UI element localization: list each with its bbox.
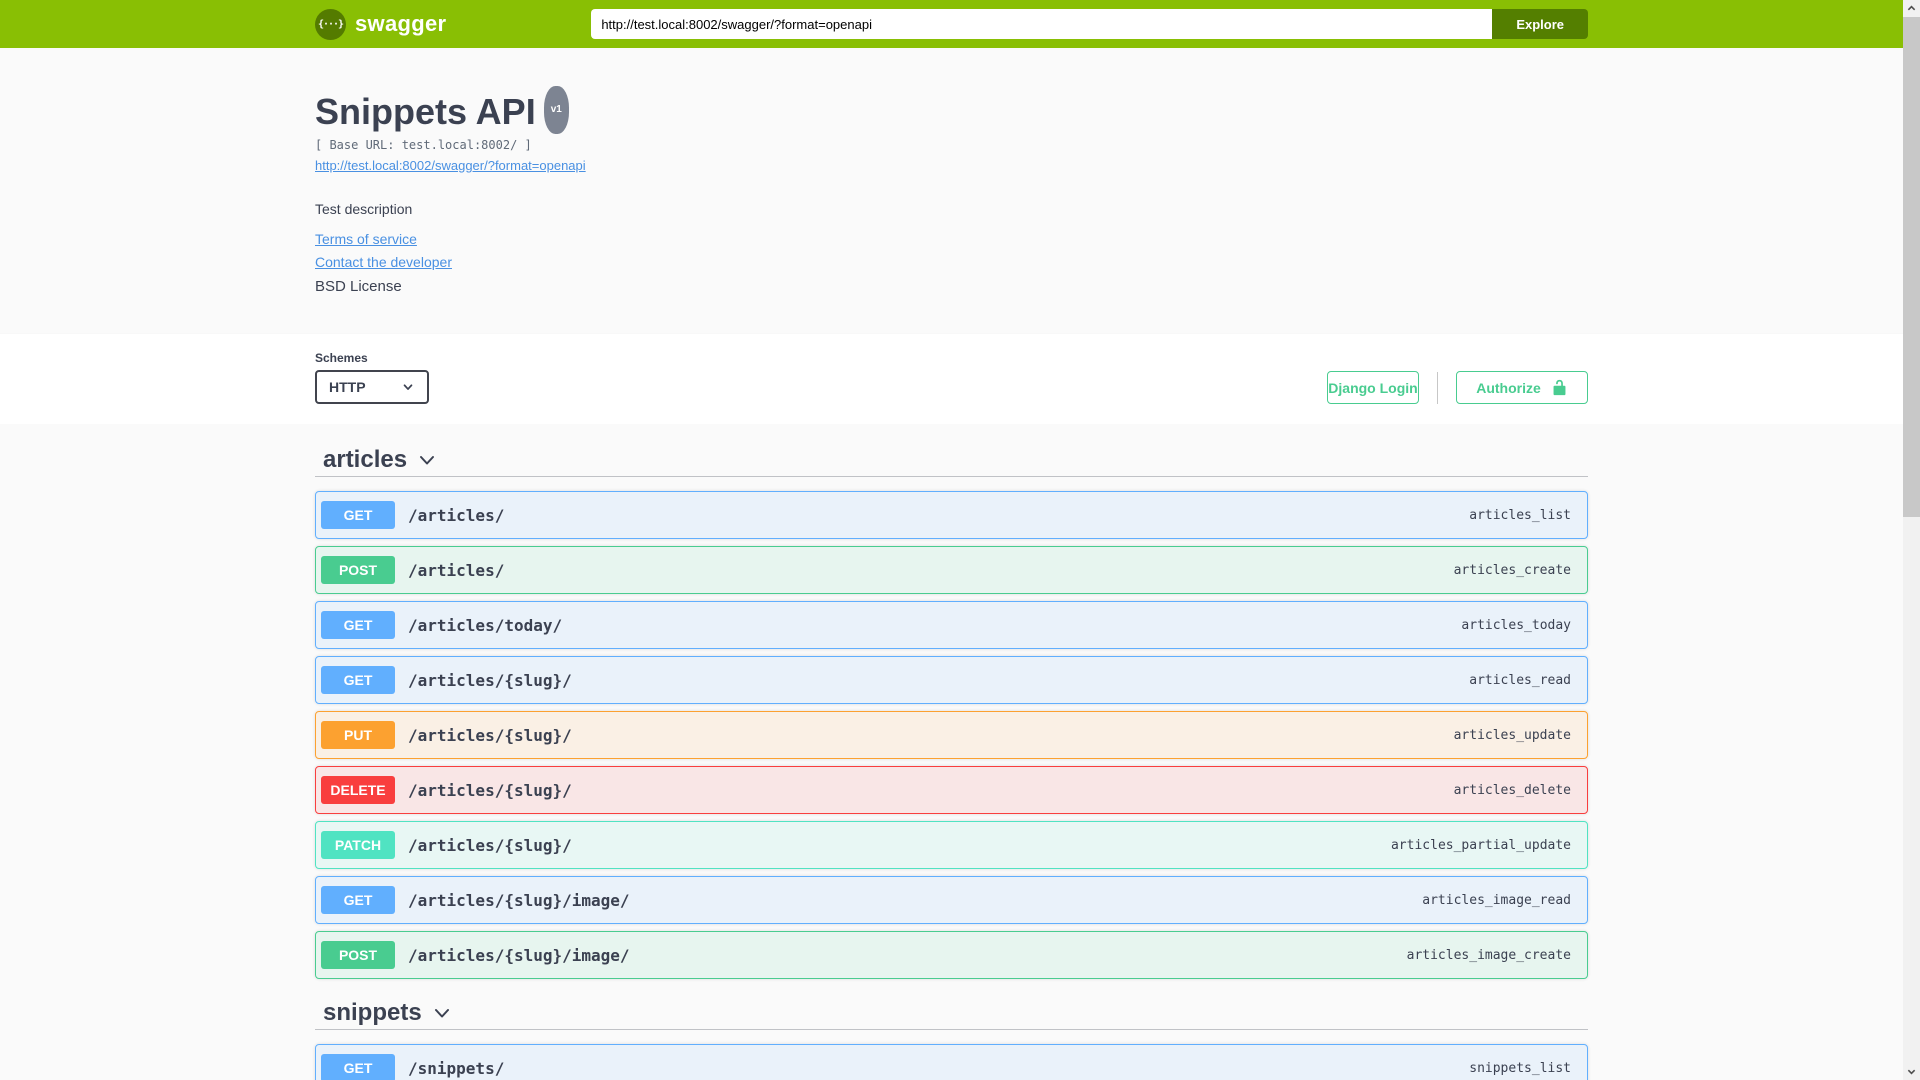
- explore-button[interactable]: Explore: [1492, 9, 1588, 39]
- operation-id: articles_update: [1453, 727, 1571, 743]
- api-title-text: Snippets API: [315, 91, 536, 132]
- operation-path: /articles/{slug}/: [408, 670, 572, 690]
- operation-id: articles_read: [1469, 672, 1571, 688]
- api-description: Test description: [315, 201, 413, 217]
- api-info-section: Snippets API v1 [ Base URL: test.local:8…: [0, 48, 1903, 334]
- method-badge: GET: [321, 501, 395, 529]
- explore-form: Explore: [591, 9, 1588, 39]
- operation-id: articles_delete: [1453, 782, 1571, 798]
- operation-id: articles_image_read: [1422, 892, 1571, 908]
- method-badge: GET: [321, 886, 395, 914]
- operation-path: /articles/{slug}/image/: [408, 890, 630, 910]
- operation-id: articles_create: [1453, 562, 1571, 578]
- method-badge: GET: [321, 1054, 395, 1080]
- api-tag-section: articles GET /articles/ articles_list PO…: [315, 444, 1588, 979]
- schemes-block: Schemes HTTP: [315, 351, 429, 404]
- spec-url-link[interactable]: http://test.local:8002/swagger/?format=o…: [315, 158, 586, 173]
- operation-path: /articles/: [408, 560, 505, 580]
- method-badge: GET: [321, 666, 395, 694]
- operation-path: /articles/today/: [408, 615, 563, 635]
- operation-row[interactable]: GET /snippets/ snippets_list: [315, 1044, 1588, 1080]
- scrollbar: [1903, 0, 1920, 1080]
- operation-row[interactable]: PUT /articles/{slug}/ articles_update: [315, 711, 1588, 759]
- scheme-select[interactable]: HTTP: [315, 370, 429, 404]
- operation-path: /articles/{slug}/: [408, 780, 572, 800]
- chevron-down-icon: [403, 384, 413, 390]
- operation-id: articles_image_create: [1406, 947, 1571, 963]
- operation-row[interactable]: POST /articles/ articles_create: [315, 546, 1588, 594]
- django-login-button[interactable]: Django Login: [1327, 371, 1419, 404]
- method-badge: DELETE: [321, 776, 395, 804]
- operation-path: /articles/{slug}/: [408, 835, 572, 855]
- terms-of-service-link[interactable]: Terms of service: [315, 231, 417, 247]
- tag-header[interactable]: articles: [315, 444, 1588, 476]
- scheme-container: Schemes HTTP Django Login Authorize: [0, 334, 1903, 424]
- method-badge: PUT: [321, 721, 395, 749]
- unlocked-padlock-icon: [1553, 379, 1566, 396]
- operation-path: /snippets/: [408, 1058, 505, 1078]
- operation-id: articles_today: [1461, 617, 1571, 633]
- operation-row[interactable]: PATCH /articles/{slug}/ articles_partial…: [315, 821, 1588, 869]
- method-badge: GET: [321, 611, 395, 639]
- operation-path: /articles/: [408, 505, 505, 525]
- operations-area: articles GET /articles/ articles_list PO…: [0, 424, 1903, 1080]
- operation-row[interactable]: POST /articles/{slug}/image/ articles_im…: [315, 931, 1588, 979]
- brand-name: swagger: [355, 11, 447, 36]
- page-title: Snippets API v1: [315, 86, 569, 134]
- chevron-down-icon: [420, 456, 435, 465]
- operation-row[interactable]: GET /articles/today/ articles_today: [315, 601, 1588, 649]
- page-scroll-area: {···} swagger Explore Snippets API v1 [ …: [0, 0, 1903, 1080]
- operation-list: GET /snippets/ snippets_list: [315, 1030, 1588, 1080]
- scrollbar-up-arrow[interactable]: [1903, 0, 1920, 17]
- version-badge: v1: [543, 86, 569, 134]
- method-badge: POST: [321, 941, 395, 969]
- method-badge: POST: [321, 556, 395, 584]
- swagger-brand[interactable]: {···} swagger: [315, 8, 447, 40]
- operation-list: GET /articles/ articles_list POST /artic…: [315, 477, 1588, 979]
- auth-wrapper: Django Login Authorize: [1327, 371, 1588, 404]
- operation-row[interactable]: GET /articles/{slug}/image/ articles_ima…: [315, 876, 1588, 924]
- base-url-label: [ Base URL: test.local:8002/ ]: [315, 138, 532, 152]
- operation-id: articles_partial_update: [1390, 837, 1571, 853]
- authorize-button-label: Authorize: [1476, 379, 1541, 396]
- spec-url-input[interactable]: [591, 9, 1493, 39]
- contact-developer-link[interactable]: Contact the developer: [315, 254, 452, 270]
- chevron-down-icon: [434, 1009, 449, 1018]
- tag-title: articles: [323, 446, 408, 473]
- operation-row[interactable]: GET /articles/ articles_list: [315, 491, 1588, 539]
- method-badge: PATCH: [321, 831, 395, 859]
- operation-id: snippets_list: [1469, 1060, 1571, 1076]
- operation-path: /articles/{slug}/image/: [408, 945, 630, 965]
- api-tag-section: snippets GET /snippets/ snippets_list: [315, 997, 1588, 1080]
- operation-path: /articles/{slug}/: [408, 725, 572, 745]
- scrollbar-thumb[interactable]: [1903, 17, 1920, 517]
- topbar: {···} swagger Explore: [0, 0, 1903, 48]
- operation-row[interactable]: GET /articles/{slug}/ articles_read: [315, 656, 1588, 704]
- tag-title: snippets: [323, 999, 422, 1026]
- scrollbar-down-arrow[interactable]: [1903, 1063, 1920, 1080]
- swagger-logo-icon: {···}: [315, 8, 346, 40]
- schemes-label: Schemes: [315, 351, 368, 365]
- divider: [1437, 371, 1438, 404]
- operation-row[interactable]: DELETE /articles/{slug}/ articles_delete: [315, 766, 1588, 814]
- scheme-selected-value: HTTP: [329, 379, 366, 395]
- authorize-button[interactable]: Authorize: [1456, 371, 1588, 404]
- operation-id: articles_list: [1469, 507, 1571, 523]
- license-label: BSD License: [315, 278, 402, 295]
- tag-header[interactable]: snippets: [315, 997, 1588, 1029]
